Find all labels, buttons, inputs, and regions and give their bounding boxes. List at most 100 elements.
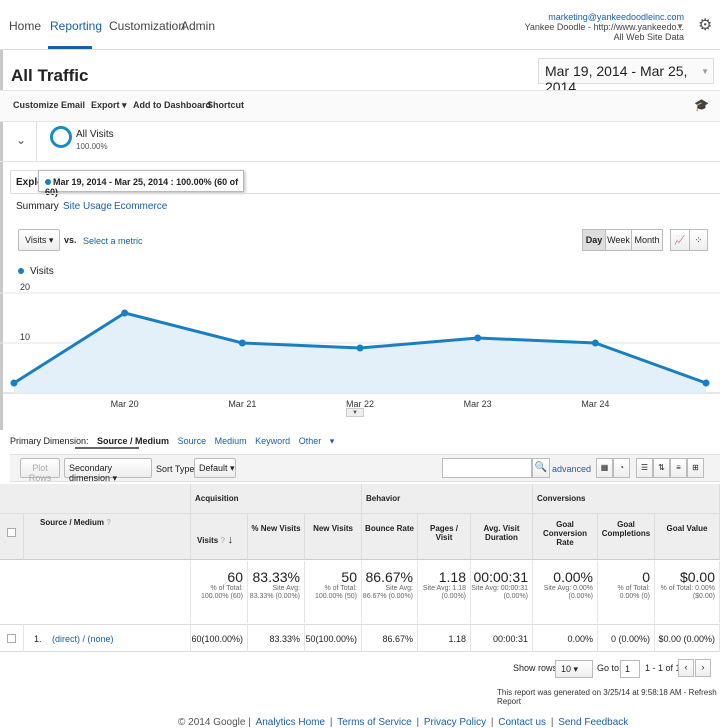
performance-view-icon[interactable]: ☰ xyxy=(636,458,653,478)
footer-terms[interactable]: Terms of Service xyxy=(337,717,411,728)
pivot-view-icon[interactable]: ⊞ xyxy=(687,458,704,478)
comparison-view-icon[interactable]: ⇅ xyxy=(653,458,670,478)
subtab-summary[interactable]: Summary xyxy=(16,201,59,212)
totals-value: 0 xyxy=(642,569,650,585)
chart-point[interactable] xyxy=(591,339,599,347)
row-checkbox[interactable] xyxy=(7,634,16,643)
totals-value: $0.00 xyxy=(679,569,715,585)
active-dimension-indicator xyxy=(75,447,139,449)
footer-privacy[interactable]: Privacy Policy xyxy=(424,717,486,728)
dimension-other[interactable]: Other ▾ xyxy=(299,436,335,446)
gear-icon[interactable]: ⚙ xyxy=(698,15,712,35)
date-range-picker[interactable]: Mar 19, 2014 - Mar 25, 2014 ▼ xyxy=(538,58,714,95)
secondary-dimension-dropdown[interactable]: Secondary dimension ▾ xyxy=(64,458,152,483)
metric-dropdown[interactable]: Visits ▾ xyxy=(18,229,60,251)
chevron-down-icon[interactable]: ▼ xyxy=(676,22,684,31)
nav-tab-reporting[interactable]: Reporting xyxy=(50,19,102,33)
totals-value: 60 xyxy=(227,569,243,585)
segment-name[interactable]: All Visits xyxy=(76,129,114,140)
x-tick-label: Mar 21 xyxy=(228,399,256,408)
totals-context: % of Total: 100.00% (60) xyxy=(200,585,243,600)
totals-cell: $0.00% of Total: 0.00% ($0.00) xyxy=(655,561,720,623)
totals-value: 1.18 xyxy=(438,569,466,585)
add-to-dashboard-button[interactable]: Add to Dashboard xyxy=(133,100,211,110)
table-cell: $0.00 (0.00%) xyxy=(655,624,720,652)
col-source-medium[interactable]: Source / Medium ? xyxy=(24,514,191,560)
footer-feedback[interactable]: Send Feedback xyxy=(558,717,628,728)
subtab-ecommerce[interactable]: Ecommerce xyxy=(114,201,167,212)
export-label: Export xyxy=(91,100,120,110)
pie-chart-view-icon[interactable]: ◔ xyxy=(613,458,630,478)
month-button[interactable]: Month xyxy=(631,229,663,251)
totals-context: % of Total: 0.00% (0) xyxy=(617,585,650,600)
search-icon[interactable]: 🔍 xyxy=(532,458,550,478)
col-pct-new-visits[interactable]: % New Visits xyxy=(248,514,305,560)
y-tick-label: 20 xyxy=(20,283,30,292)
export-button[interactable]: Export ▾ xyxy=(91,100,127,111)
account-property: Yankee Doodle - http://www.yankeedo... xyxy=(524,22,684,32)
plot-rows-button[interactable]: Plot Rows xyxy=(20,458,60,483)
help-icon: ? xyxy=(106,518,112,527)
select-metric-link[interactable]: Select a metric xyxy=(83,236,143,246)
col-goal-completions[interactable]: Goal Completions xyxy=(598,514,655,560)
chart-point[interactable] xyxy=(702,379,710,387)
shortcut-button[interactable]: Shortcut xyxy=(207,100,244,110)
select-all-checkbox[interactable] xyxy=(7,528,16,537)
metric-label: Visits xyxy=(25,235,47,245)
col-visits[interactable]: Visits ? ↓ xyxy=(191,514,248,560)
week-button[interactable]: Week xyxy=(605,229,632,251)
customize-button[interactable]: Customize xyxy=(13,100,59,110)
y-tick-label: 10 xyxy=(20,332,30,342)
email-button[interactable]: Email xyxy=(61,100,85,110)
col-bounce-rate[interactable]: Bounce Rate xyxy=(362,514,418,560)
chart-resize-handle[interactable]: ▼ xyxy=(346,408,364,417)
totals-label-cell xyxy=(0,561,191,623)
subtab-site-usage[interactable]: Site Usage xyxy=(63,201,112,212)
row-source-link[interactable]: (direct) / (none) xyxy=(52,634,114,644)
data-table-view-icon[interactable]: ▦ xyxy=(596,458,613,478)
totals-cell: 50% of Total: 100.00% (50) xyxy=(305,561,362,623)
col-visits-label: Visits xyxy=(197,536,219,545)
chart-point[interactable] xyxy=(356,344,364,352)
account-selector[interactable]: marketing@yankeedoodleinc.com Yankee Doo… xyxy=(525,12,684,42)
col-avg-visit-duration[interactable]: Avg. Visit Duration xyxy=(471,514,533,560)
table-controls: Plot Rows Secondary dimension ▾ Sort Typ… xyxy=(10,454,720,483)
totals-value: 50 xyxy=(341,569,357,585)
sort-type-value: Default xyxy=(199,463,228,473)
footer-contact[interactable]: Contact us xyxy=(498,717,546,728)
rows-per-page-dropdown[interactable]: 10 ▾ xyxy=(555,660,593,678)
table-search-input[interactable] xyxy=(442,458,532,478)
sort-type-dropdown[interactable]: Default ▾ xyxy=(194,458,236,478)
graduation-cap-icon[interactable]: 🎓 xyxy=(694,98,709,112)
chart-point[interactable] xyxy=(474,334,482,342)
chevron-down-icon[interactable]: ⌄ xyxy=(16,133,26,147)
col-goal-conversion-rate[interactable]: Goal Conversion Rate xyxy=(533,514,598,560)
segment-percent: 100.00% xyxy=(76,142,108,151)
nav-tab-home[interactable]: Home xyxy=(9,19,41,33)
dimension-source[interactable]: Source xyxy=(178,436,207,446)
nav-tab-customization[interactable]: Customization xyxy=(109,19,185,33)
motion-chart-icon[interactable]: ⁘ xyxy=(689,229,708,251)
line-chart-icon[interactable]: 📈 xyxy=(670,229,690,251)
col-pages-per-visit[interactable]: Pages / Visit xyxy=(418,514,471,560)
chart-point[interactable] xyxy=(121,309,129,317)
dimension-source-medium[interactable]: Source / Medium xyxy=(97,436,169,446)
prev-page-icon[interactable]: ‹ xyxy=(678,659,694,677)
footer-analytics-home[interactable]: Analytics Home xyxy=(256,717,325,728)
chart-point[interactable] xyxy=(238,339,246,347)
dimension-medium[interactable]: Medium xyxy=(215,436,247,446)
col-new-visits[interactable]: New Visits xyxy=(305,514,362,560)
totals-cell: 86.67% Site Avg: 86.67% (0.00%) xyxy=(362,561,418,623)
day-button[interactable]: Day xyxy=(582,229,606,251)
next-page-icon[interactable]: › xyxy=(695,659,711,677)
nav-tab-admin[interactable]: Admin xyxy=(181,19,215,33)
advanced-filter-link[interactable]: advanced xyxy=(552,464,591,474)
col-goal-value[interactable]: Goal Value xyxy=(655,514,720,560)
group-conversions: Conversions xyxy=(533,484,720,514)
term-cloud-view-icon[interactable]: ≡ xyxy=(670,458,687,478)
dimension-keyword[interactable]: Keyword xyxy=(255,436,290,446)
col-avg-visit-duration-label: Avg. Visit Duration xyxy=(483,524,520,542)
goto-input[interactable]: 1 xyxy=(620,660,640,678)
chart-point[interactable] xyxy=(10,379,18,387)
table-cell: 83.33% xyxy=(248,624,305,652)
